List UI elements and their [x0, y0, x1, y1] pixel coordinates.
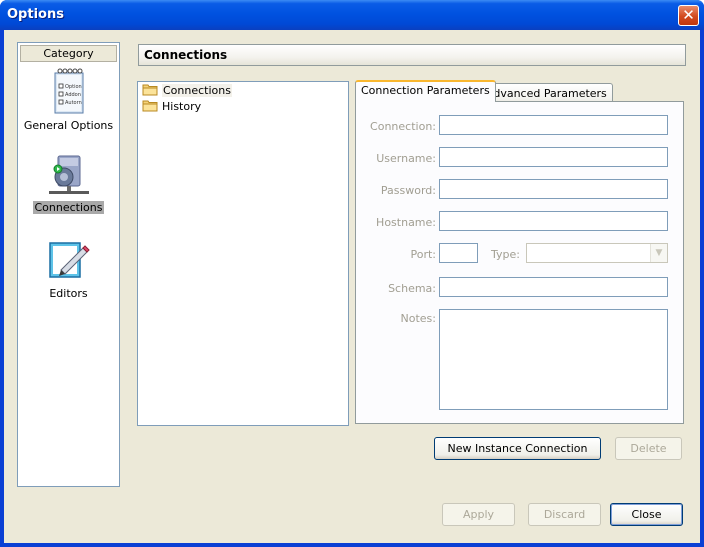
discard-button[interactable]: Discard — [528, 503, 601, 526]
notes-field[interactable] — [439, 309, 668, 410]
chevron-down-icon[interactable]: ▼ — [650, 244, 667, 262]
password-field[interactable] — [439, 179, 668, 199]
type-select[interactable]: ▼ — [526, 243, 668, 263]
tree-item-history[interactable]: History — [142, 99, 201, 114]
options-window: Options ✕ Category Option Addon Autorn G… — [0, 0, 704, 547]
username-field[interactable] — [439, 147, 668, 167]
editors-icon — [48, 242, 90, 278]
category-item-editors[interactable]: Editors — [20, 239, 117, 300]
connections-icon — [48, 155, 89, 194]
title-bar[interactable]: Options ✕ — [0, 0, 704, 30]
tree-item-label: Connections — [162, 84, 232, 97]
port-label: Port: — [410, 248, 436, 261]
connection-field[interactable] — [439, 115, 668, 135]
close-button[interactable]: Close — [610, 503, 683, 526]
type-label: Type: — [491, 248, 520, 261]
connection-parameters-panel: Connection: Username: Password: Hostname… — [355, 101, 684, 424]
tree-item-connections[interactable]: Connections — [142, 83, 232, 98]
general-icon-line-2: Addon — [65, 92, 81, 98]
category-label-editors: Editors — [49, 287, 88, 300]
schema-field[interactable] — [439, 277, 668, 297]
hostname-label: Hostname: — [376, 216, 436, 229]
general-options-icon: Option Addon Autorn — [54, 68, 83, 114]
connection-label: Connection: — [370, 120, 436, 133]
category-panel: Category Option Addon Autorn General Opt… — [17, 42, 120, 487]
hostname-field[interactable] — [439, 211, 668, 231]
delete-button[interactable]: Delete — [615, 437, 682, 460]
category-label-connections: Connections — [32, 201, 105, 214]
close-window-button[interactable]: ✕ — [678, 5, 699, 26]
general-icon-line-1: Option — [65, 84, 82, 90]
username-label: Username: — [376, 152, 436, 165]
section-title: Connections — [138, 44, 686, 66]
schema-label: Schema: — [388, 282, 436, 295]
dialog-body: Category Option Addon Autorn General Opt… — [4, 30, 700, 543]
category-item-general-options[interactable]: Option Addon Autorn General Options — [20, 67, 117, 132]
apply-button[interactable]: Apply — [442, 503, 515, 526]
category-item-connections[interactable]: Connections — [20, 153, 117, 214]
tab-connection-parameters[interactable]: Connection Parameters — [355, 80, 496, 102]
window-title: Options — [7, 7, 64, 22]
category-header: Category — [20, 45, 117, 62]
notes-label: Notes: — [400, 312, 436, 325]
folder-icon — [142, 84, 158, 96]
new-instance-connection-button[interactable]: New Instance Connection — [434, 437, 601, 460]
folder-icon — [142, 100, 158, 112]
general-icon-line-3: Autorn — [65, 100, 82, 106]
category-label-general-options: General Options — [23, 119, 114, 132]
tree-item-label: History — [162, 100, 202, 113]
password-label: Password: — [380, 184, 436, 197]
connections-tree[interactable]: Connections History — [137, 81, 349, 426]
